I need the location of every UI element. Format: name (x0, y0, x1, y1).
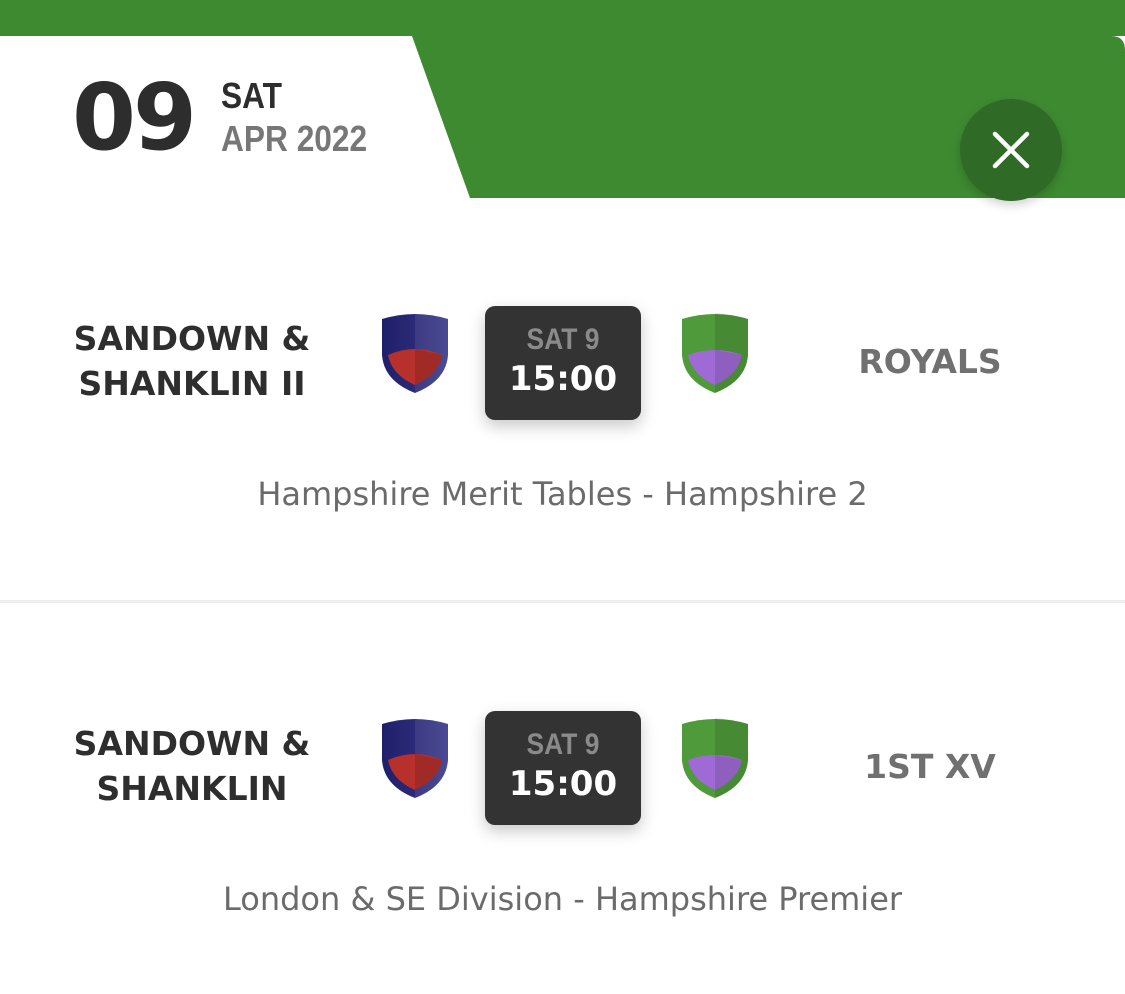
away-team-name: 1ST XV (864, 747, 996, 786)
kickoff-time-box: SAT 9 15:00 (485, 711, 641, 825)
home-team-name: SANDOWN & SHANKLIN (73, 724, 311, 808)
fixture-row[interactable]: SANDOWN & SHANKLIN SAT 9 15:00 1ST XV Lo… (0, 0, 1125, 918)
kickoff-time: 15:00 (508, 359, 618, 399)
green-purple-shield-icon (682, 718, 748, 798)
kickoff-time: 15:00 (508, 764, 618, 804)
navy-red-shield-icon (382, 718, 448, 798)
competition-label: London & SE Division - Hampshire Premier (222, 880, 903, 918)
fixture-divider (0, 600, 1125, 603)
match-day-label: SAT 9 (526, 728, 600, 761)
competition-label: Hampshire Merit Tables - Hampshire 2 (257, 475, 868, 513)
